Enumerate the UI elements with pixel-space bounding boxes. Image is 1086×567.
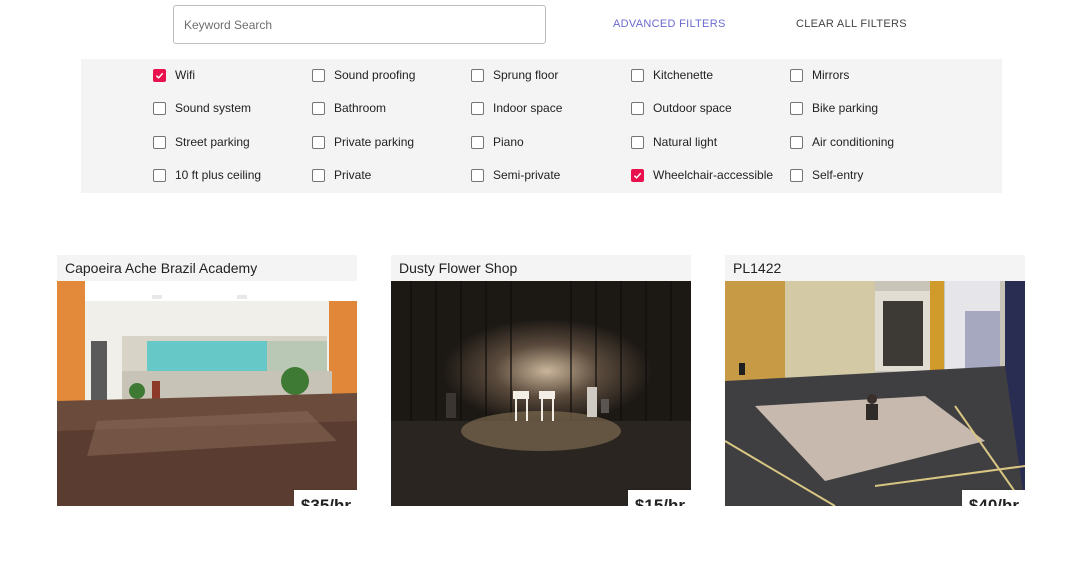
studio-photo — [57, 281, 357, 506]
checkbox[interactable] — [312, 135, 325, 149]
checkbox[interactable] — [312, 101, 325, 115]
filter-private[interactable]: Private — [312, 166, 371, 184]
filter-bathroom[interactable]: Bathroom — [312, 99, 386, 117]
listing-title[interactable]: Capoeira Ache Brazil Academy — [57, 255, 357, 281]
filter-label: Sound proofing — [334, 68, 416, 82]
checkbox[interactable] — [790, 101, 803, 115]
listing-photo[interactable]: $35/hr — [57, 281, 357, 506]
listing-title[interactable]: PL1422 — [725, 255, 1025, 281]
filter-label: Mirrors — [812, 68, 850, 82]
checkbox[interactable] — [312, 168, 325, 182]
filter-label: Sound system — [175, 101, 252, 115]
filter-indoor-space[interactable]: Indoor space — [471, 99, 562, 117]
checkbox[interactable] — [153, 68, 166, 82]
listing-title[interactable]: Dusty Flower Shop — [391, 255, 691, 281]
checkbox[interactable] — [790, 168, 803, 182]
filter-sound-proofing[interactable]: Sound proofing — [312, 66, 415, 84]
filter-air-conditioning[interactable]: Air conditioning — [790, 133, 894, 151]
checkbox[interactable] — [153, 101, 166, 115]
filters-panel: Wifi Sound proofing Sprung floor Kitchen… — [81, 59, 1002, 193]
listing-card[interactable]: Dusty Flower Shop $15/hr — [391, 255, 691, 524]
checkbox[interactable] — [631, 68, 644, 82]
filter-outdoor-space[interactable]: Outdoor space — [631, 99, 732, 117]
filter-label: Bike parking — [812, 101, 879, 115]
checkbox[interactable] — [471, 68, 484, 82]
filter-wheelchair-accessible[interactable]: Wheelchair-accessible — [631, 166, 773, 184]
filter-label: Piano — [493, 135, 524, 149]
filter-label: Natural light — [653, 135, 718, 149]
filter-label: Private — [334, 168, 372, 182]
filter-bike-parking[interactable]: Bike parking — [790, 99, 878, 117]
filter-private-parking[interactable]: Private parking — [312, 133, 414, 151]
checkbox[interactable] — [631, 135, 644, 149]
filter-kitchenette[interactable]: Kitchenette — [631, 66, 713, 84]
filter-label: Bathroom — [334, 101, 387, 115]
filter-wifi[interactable]: Wifi — [153, 66, 195, 84]
filter-label: Private parking — [334, 135, 415, 149]
filter-label: Wheelchair-accessible — [653, 168, 774, 182]
search-field[interactable] — [173, 5, 546, 44]
filter-label: Street parking — [175, 135, 250, 149]
checkbox[interactable] — [790, 135, 803, 149]
search-input[interactable] — [174, 6, 545, 43]
checkbox[interactable] — [471, 168, 484, 182]
filter-self-entry[interactable]: Self-entry — [790, 166, 863, 184]
filter-label: Sprung floor — [493, 68, 559, 82]
filter-semi-private[interactable]: Semi-private — [471, 166, 560, 184]
filter-label: Self-entry — [812, 168, 864, 182]
filter-label: Wifi — [175, 68, 195, 82]
price-badge: $35/hr — [293, 490, 357, 506]
filter-natural-light[interactable]: Natural light — [631, 133, 717, 151]
filter-10-ft-plus-ceiling[interactable]: 10 ft plus ceiling — [153, 166, 261, 184]
filter-label: Semi-private — [493, 168, 561, 182]
price-badge: $15/hr — [627, 490, 691, 506]
filter-label: 10 ft plus ceiling — [175, 168, 262, 182]
stage-photo — [391, 281, 691, 506]
advanced-filters-link[interactable]: ADVANCED FILTERS — [613, 18, 726, 30]
checkbox[interactable] — [153, 168, 166, 182]
filter-piano[interactable]: Piano — [471, 133, 524, 151]
checkbox[interactable] — [471, 101, 484, 115]
listing-card[interactable]: Capoeira Ache Brazil Academy $35/hr — [57, 255, 357, 524]
checkbox[interactable] — [631, 101, 644, 115]
price-badge: $40/hr — [961, 490, 1025, 506]
filter-label: Air conditioning — [812, 135, 895, 149]
filter-label: Kitchenette — [653, 68, 714, 82]
filter-mirrors[interactable]: Mirrors — [790, 66, 849, 84]
filter-sound-system[interactable]: Sound system — [153, 99, 251, 117]
listing-photo[interactable]: $15/hr — [391, 281, 691, 506]
checkbox[interactable] — [153, 135, 166, 149]
checkbox[interactable] — [631, 168, 644, 182]
warehouse-photo — [725, 281, 1025, 506]
listing-card[interactable]: PL1422 $40/hr — [725, 255, 1025, 524]
filter-label: Outdoor space — [653, 101, 732, 115]
checkbox[interactable] — [790, 68, 803, 82]
listing-photo[interactable]: $40/hr — [725, 281, 1025, 506]
clear-all-filters-link[interactable]: CLEAR ALL FILTERS — [796, 18, 907, 30]
checkbox[interactable] — [471, 135, 484, 149]
filter-street-parking[interactable]: Street parking — [153, 133, 250, 151]
checkbox[interactable] — [312, 68, 325, 82]
filter-label: Indoor space — [493, 101, 563, 115]
filter-sprung-floor[interactable]: Sprung floor — [471, 66, 558, 84]
